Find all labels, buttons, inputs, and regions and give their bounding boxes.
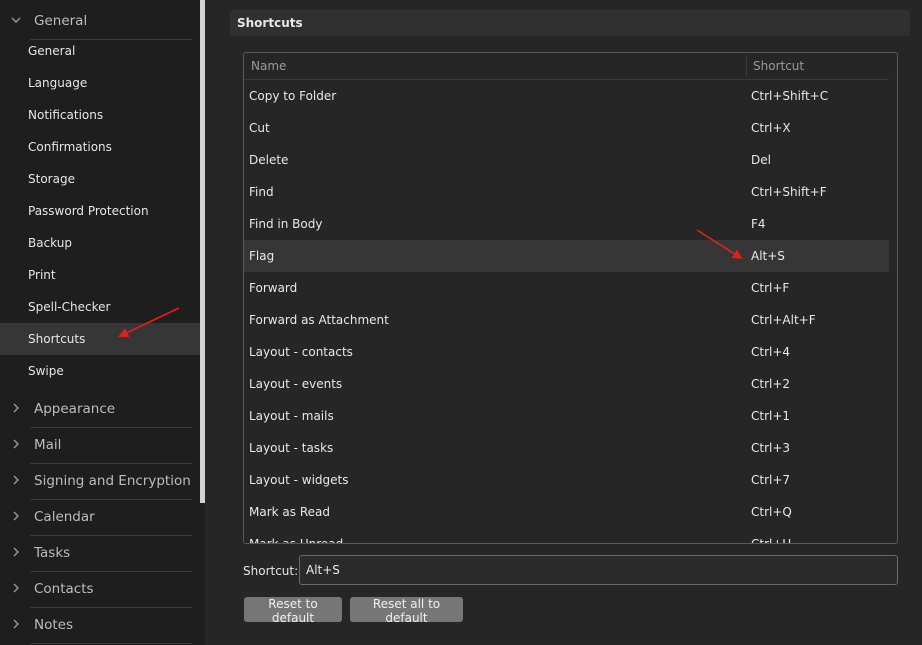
- shortcut-name-cell: Forward as Attachment: [249, 313, 389, 327]
- sidebar-item-password-protection[interactable]: Password Protection: [0, 195, 200, 227]
- sidebar-item-backup[interactable]: Backup: [0, 227, 200, 259]
- sidebar-group-label: Notes: [34, 617, 73, 633]
- shortcut-name-cell: Mark as Read: [249, 505, 330, 519]
- divider: [30, 643, 192, 644]
- shortcut-name-cell: Layout - widgets: [249, 473, 349, 487]
- table-row[interactable]: Layout - widgets Ctrl+7: [244, 464, 889, 496]
- shortcut-key-cell: Ctrl+Q: [751, 505, 792, 519]
- shortcut-key-cell: Ctrl+Shift+F: [751, 185, 827, 199]
- shortcut-key-cell: Ctrl+F: [751, 281, 790, 295]
- sidebar-group-calendar[interactable]: Calendar: [0, 500, 200, 536]
- sidebar-group-label: Appearance: [34, 401, 116, 417]
- shortcut-name-cell: Find: [249, 185, 274, 199]
- table-row[interactable]: Find in Body F4: [244, 208, 889, 240]
- shortcut-key-cell: Ctrl+7: [751, 473, 791, 487]
- shortcut-name-cell: Cut: [249, 121, 270, 135]
- sidebar-group-label: Signing and Encryption: [34, 473, 191, 489]
- shortcut-key-cell: Ctrl+3: [751, 441, 791, 455]
- table-row[interactable]: Layout - mails Ctrl+1: [244, 400, 889, 432]
- shortcut-name-cell: Flag: [249, 249, 275, 263]
- chevron-right-icon[interactable]: [9, 509, 23, 523]
- sidebar-group-label: General: [34, 13, 88, 29]
- shortcut-name-cell: Layout - contacts: [249, 345, 353, 359]
- shortcut-key-cell: Ctrl+1: [751, 409, 791, 423]
- shortcut-name-cell: Forward: [249, 281, 298, 295]
- sidebar-group-label: Calendar: [34, 509, 95, 525]
- column-header-name[interactable]: Name: [251, 53, 286, 79]
- shortcut-field-label: Shortcut:: [243, 564, 299, 578]
- sidebar-group-label: Contacts: [34, 581, 94, 597]
- table-row[interactable]: Mark as Read Ctrl+Q: [244, 496, 889, 528]
- shortcut-name-cell: Find in Body: [249, 217, 323, 231]
- table-row[interactable]: Layout - events Ctrl+2: [244, 368, 889, 400]
- table-row[interactable]: Copy to Folder Ctrl+Shift+C: [244, 80, 889, 112]
- settings-sidebar: General General Language Notifications Conf…: [0, 0, 200, 645]
- table-row[interactable]: Layout - contacts Ctrl+4: [244, 336, 889, 368]
- settings-content: Shortcuts Name Shortcut Copy to Folder C…: [205, 0, 922, 645]
- sidebar-group-appearance[interactable]: Appearance: [0, 392, 200, 428]
- sidebar-group-label: Mail: [34, 437, 62, 453]
- sidebar-group-label: Tasks: [34, 545, 71, 561]
- shortcut-name-cell: Layout - tasks: [249, 441, 334, 455]
- shortcut-input[interactable]: [299, 555, 898, 585]
- chevron-right-icon[interactable]: [9, 545, 23, 559]
- table-row[interactable]: Forward as Attachment Ctrl+Alt+F: [244, 304, 889, 336]
- sidebar-item-storage[interactable]: Storage: [0, 163, 200, 195]
- sidebar-item-language[interactable]: Language: [0, 67, 200, 99]
- shortcut-key-cell: Ctrl+4: [751, 345, 791, 359]
- table-row[interactable]: Forward Ctrl+F: [244, 272, 889, 304]
- shortcut-key-cell: Ctrl+X: [751, 121, 791, 135]
- shortcut-name-cell: Layout - mails: [249, 409, 334, 423]
- shortcut-name-cell: Copy to Folder: [249, 89, 337, 103]
- shortcut-name-cell: Layout - events: [249, 377, 343, 391]
- sidebar-group-tasks[interactable]: Tasks: [0, 536, 200, 572]
- chevron-right-icon[interactable]: [9, 401, 23, 415]
- sidebar-item-shortcuts[interactable]: Shortcuts: [0, 323, 200, 355]
- reset-to-default-button[interactable]: Reset to default: [244, 597, 342, 625]
- chevron-right-icon[interactable]: [9, 473, 23, 487]
- table-row[interactable]: Layout - tasks Ctrl+3: [244, 432, 889, 464]
- shortcuts-table[interactable]: Name Shortcut Copy to Folder Ctrl+Shift+…: [243, 52, 898, 544]
- sidebar-item-spell-checker[interactable]: Spell-Checker: [0, 291, 200, 323]
- sidebar-item-general[interactable]: General: [0, 35, 200, 67]
- shortcut-key-cell: Ctrl+2: [751, 377, 791, 391]
- table-row[interactable]: Flag Alt+S: [244, 240, 889, 272]
- chevron-right-icon[interactable]: [9, 437, 23, 451]
- table-header: Name Shortcut: [244, 53, 889, 80]
- shortcut-key-cell: Del: [751, 153, 771, 167]
- shortcut-key-cell: Alt+S: [751, 249, 785, 263]
- sidebar-group-contacts[interactable]: Contacts: [0, 572, 200, 608]
- chevron-right-icon[interactable]: [9, 617, 23, 631]
- sidebar-item-confirmations[interactable]: Confirmations: [0, 131, 200, 163]
- chevron-right-icon[interactable]: [9, 581, 23, 595]
- shortcut-key-cell: Ctrl+Alt+F: [751, 313, 816, 327]
- shortcut-name-cell: Delete: [249, 153, 289, 167]
- sidebar-group-notes[interactable]: Notes: [0, 608, 200, 644]
- sidebar-group-mail[interactable]: Mail: [0, 428, 200, 464]
- shortcut-key-cell: Ctrl+U: [751, 528, 791, 543]
- table-body: Copy to Folder Ctrl+Shift+C Cut Ctrl+X D…: [244, 80, 889, 543]
- column-divider[interactable]: [746, 55, 747, 77]
- sidebar-item-notifications[interactable]: Notifications: [0, 99, 200, 131]
- table-row[interactable]: Delete Del: [244, 144, 889, 176]
- sidebar-item-swipe[interactable]: Swipe: [0, 355, 200, 387]
- table-row[interactable]: Mark as Unread Ctrl+U: [244, 528, 889, 543]
- table-row[interactable]: Find Ctrl+Shift+F: [244, 176, 889, 208]
- section-title: Shortcuts: [230, 10, 910, 36]
- sidebar-item-print[interactable]: Print: [0, 259, 200, 291]
- chevron-down-icon[interactable]: [9, 13, 23, 27]
- table-row[interactable]: Cut Ctrl+X: [244, 112, 889, 144]
- sidebar-group-signing-and-encryption[interactable]: Signing and Encryption: [0, 464, 200, 500]
- shortcut-key-cell: F4: [751, 217, 766, 231]
- shortcut-key-cell: Ctrl+Shift+C: [751, 89, 829, 103]
- shortcut-name-cell: Mark as Unread: [249, 528, 343, 543]
- column-header-shortcut[interactable]: Shortcut: [753, 53, 804, 79]
- reset-all-to-default-button[interactable]: Reset all to default: [350, 597, 463, 625]
